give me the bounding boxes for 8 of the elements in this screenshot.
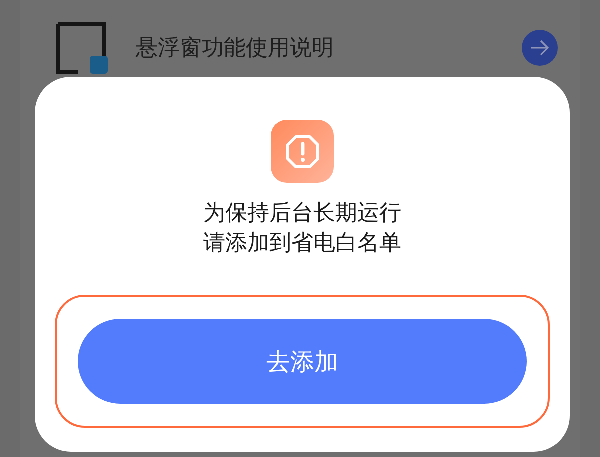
dialog-message: 为保持后台长期运行 — [204, 200, 402, 228]
add-button[interactable]: 去添加 — [78, 319, 527, 404]
warning-icon — [271, 120, 334, 183]
arrow-icon — [530, 40, 550, 56]
dialog-message: 请添加到省电白名单 — [204, 230, 402, 258]
window-icon — [56, 22, 108, 74]
arrow-button[interactable] — [522, 30, 558, 66]
item-title: 悬浮窗功能使用说明 — [136, 35, 335, 63]
